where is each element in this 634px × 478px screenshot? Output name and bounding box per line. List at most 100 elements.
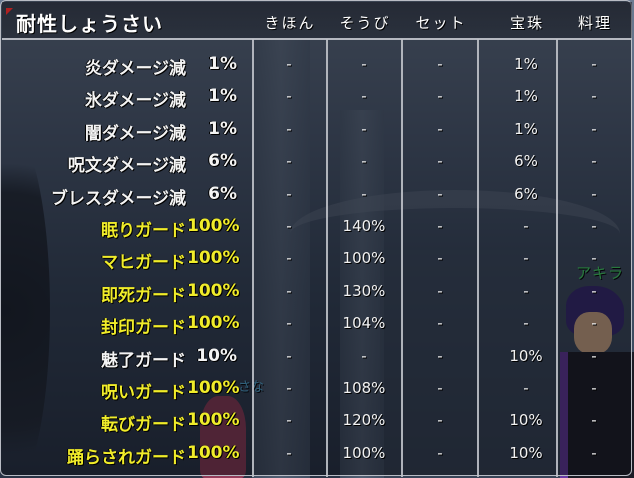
cell-soubi: - <box>361 346 367 365</box>
cell-set: - <box>437 411 443 430</box>
cell-ryouri: - <box>591 314 597 333</box>
table-row: 魅了ガード 10% - - - 10% - <box>1 343 633 375</box>
cell-soubi: 130% <box>342 281 386 300</box>
resistance-name: 呪いガード <box>101 383 186 403</box>
cell-soubi: - <box>361 87 367 106</box>
table-row: 転びガード 100% - 120% - 10% - <box>1 407 633 439</box>
cell-soubi: - <box>361 55 367 73</box>
resistance-total: 100% <box>187 248 240 269</box>
resistance-total: 100% <box>187 216 240 236</box>
resistance-name: 炎ダメージ減 <box>84 59 186 79</box>
cell-soubi: 140% <box>342 217 386 235</box>
column-header-set: セット <box>415 14 467 32</box>
resistance-name: 闇ダメージ減 <box>84 123 186 144</box>
table-row: マヒガード 100% -100% - - - <box>1 245 633 277</box>
table-row: 氷ダメージ減 1% - - - 1% - <box>1 83 633 115</box>
table-row: 即死ガード 100% - 130% - - - <box>1 278 633 310</box>
cell-houju: 6% <box>514 184 538 203</box>
cell-ryouri: - <box>591 184 597 203</box>
cell-soubi: 108% <box>342 379 386 397</box>
resistance-total: 100% <box>187 410 240 431</box>
column-header-soubi: そうび <box>339 14 391 32</box>
table-row: 踊らされガード 100% -100% -10% - <box>1 440 633 472</box>
cell-set: - <box>437 346 443 365</box>
cell-ryouri: - <box>591 346 597 365</box>
cell-houju: 1% <box>514 87 538 106</box>
column-header-houju: 宝珠 <box>509 14 544 32</box>
cell-ryouri: - <box>591 87 597 106</box>
resistance-name: 氷ダメージ減 <box>84 91 186 112</box>
resistance-name: 封印ガード <box>101 318 186 339</box>
cell-soubi: - <box>361 184 367 203</box>
resistance-total: 1% <box>208 118 237 139</box>
resistance-name: 呪文ダメージ減 <box>67 156 186 177</box>
cell-houju: 10% <box>509 346 543 365</box>
table-row: 闇ダメージ減 1% - - - 1% - <box>1 116 633 148</box>
cell-ryouri: - <box>591 217 597 235</box>
cell-soubi: 104% <box>342 314 386 333</box>
cell-set: - <box>437 87 443 106</box>
cell-set: - <box>437 217 443 235</box>
column-header-ryouri: 料理 <box>577 14 612 32</box>
cell-kihon: - <box>286 152 292 171</box>
resistance-total: 1% <box>208 54 237 74</box>
resistance-total: 100% <box>187 280 240 301</box>
cell-houju: - <box>523 379 529 397</box>
cell-kihon: - <box>286 443 292 462</box>
window-title: 耐性しょうさい <box>16 12 163 36</box>
cell-set: - <box>437 379 443 397</box>
title-bar: 耐性しょうさい きほん そうび セット 宝珠 料理 <box>2 2 632 40</box>
cell-ryouri: - <box>591 379 597 397</box>
cell-houju: 10% <box>509 411 543 430</box>
cell-kihon: - <box>286 87 292 106</box>
resistance-total: 10% <box>196 345 237 366</box>
cell-soubi: - <box>361 119 367 138</box>
resistance-name: ブレスダメージ減 <box>50 188 186 209</box>
resistance-name: 魅了ガード <box>101 350 186 371</box>
cell-set: - <box>437 443 443 462</box>
resistance-name: 即死ガード <box>101 285 186 306</box>
resistance-total: 100% <box>187 442 240 463</box>
cell-houju: 10% <box>509 443 543 462</box>
resistance-total: 100% <box>187 378 240 398</box>
cell-set: - <box>437 314 443 333</box>
cell-houju: - <box>523 281 529 300</box>
table-row: 呪文ダメージ減 6% - - - 6% - <box>1 148 633 180</box>
cell-kihon: - <box>286 55 292 73</box>
resistance-total: 6% <box>208 151 237 172</box>
cell-houju: 6% <box>514 152 538 171</box>
cell-houju: - <box>523 314 529 333</box>
cell-set: - <box>437 184 443 203</box>
cell-ryouri: - <box>591 249 597 268</box>
cell-kihon: - <box>286 379 292 397</box>
cell-soubi: 120% <box>342 411 386 430</box>
cell-set: - <box>437 152 443 171</box>
resistance-detail-window: 耐性しょうさい きほん そうび セット 宝珠 料理 炎ダメージ減 1% - - - 1% -… <box>0 0 633 477</box>
cell-kihon: - <box>286 184 292 203</box>
resistance-name: 眠りガード <box>101 221 186 241</box>
table-row: 炎ダメージ減 1% - - - 1% - <box>1 51 633 83</box>
cell-houju: - <box>523 249 529 268</box>
cell-ryouri: - <box>591 443 597 462</box>
resistance-name: 踊らされガード <box>67 447 186 468</box>
corner-marker-icon <box>6 8 13 15</box>
cell-kihon: - <box>286 119 292 138</box>
cell-set: - <box>437 119 443 138</box>
cell-ryouri: - <box>591 55 597 73</box>
cell-kihon: - <box>286 314 292 333</box>
cell-soubi: 100% <box>342 249 386 268</box>
cell-kihon: - <box>286 411 292 430</box>
cell-soubi: 100% <box>342 443 386 462</box>
cell-kihon: - <box>286 281 292 300</box>
cell-ryouri: - <box>591 152 597 171</box>
cell-set: - <box>437 249 443 268</box>
table-row: 呪いガード 100% - 108% - - - <box>1 375 633 407</box>
cell-set: - <box>437 55 443 73</box>
cell-ryouri: - <box>591 411 597 430</box>
cell-houju: - <box>523 217 529 235</box>
cell-soubi: - <box>361 152 367 171</box>
table-row: 眠りガード 100% - 140% - - - <box>1 213 633 245</box>
column-header-kihon: きほん <box>264 14 316 32</box>
cell-set: - <box>437 281 443 300</box>
cell-houju: 1% <box>514 55 538 73</box>
